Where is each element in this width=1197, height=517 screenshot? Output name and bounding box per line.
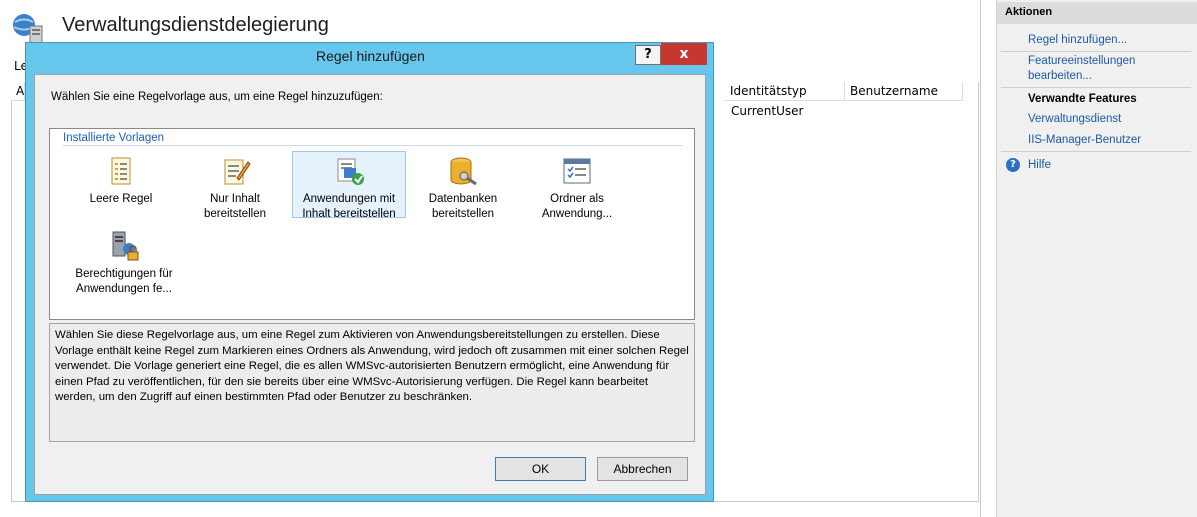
group-divider (63, 145, 683, 146)
actions-pane: Aktionen Regel hinzufügen... Featureeins… (996, 0, 1197, 517)
template-label: Datenbanken (428, 193, 498, 205)
template-label: bereitstellen (203, 208, 266, 220)
related-features-header: Verwandte Features (1028, 93, 1137, 105)
actions-header: Aktionen (997, 2, 1197, 24)
template-databases[interactable]: Datenbanken bereitstellen (406, 152, 520, 222)
feature-settings-link[interactable]: Featureeinstellungen bearbeiten... (1028, 54, 1135, 84)
installed-templates-label: Installierte Vorlagen (63, 132, 165, 144)
blank-rule-icon (111, 157, 131, 185)
column-header-identity-type[interactable]: Identitätstyp (725, 82, 845, 101)
template-label: Berechtigungen für (75, 268, 173, 280)
content-only-icon (224, 159, 251, 185)
actions-separator (1001, 51, 1191, 52)
template-label: Leere Regel (89, 193, 153, 205)
column-header-first[interactable]: A (11, 82, 25, 101)
folder-app-icon (563, 158, 591, 184)
identity-type-cell[interactable]: CurrentUser (731, 104, 803, 118)
close-button[interactable]: x (661, 43, 707, 65)
close-icon: x (679, 46, 689, 62)
column-header-username[interactable]: Benutzername (845, 82, 963, 101)
actions-separator (1001, 151, 1191, 152)
help-icon: ? (1006, 158, 1020, 172)
permissions-icon (112, 231, 139, 261)
template-content-only[interactable]: Nur Inhalt bereitstellen (178, 152, 292, 222)
template-folder-as-app[interactable]: Ordner als Anwendung... (520, 152, 634, 222)
cancel-button[interactable]: Abbrechen (597, 457, 688, 481)
template-list: Installierte Vorlagen Leere Regel Nur In… (49, 128, 695, 320)
template-permissions[interactable]: Berechtigungen für Anwendungen fe... (64, 227, 184, 297)
template-label: Ordner als (550, 193, 604, 205)
template-label: Nur Inhalt (210, 193, 260, 205)
help-link[interactable]: Hilfe (1028, 158, 1051, 173)
page-title-icon (11, 13, 45, 45)
dialog-title: Regel hinzufügen (316, 48, 425, 64)
template-label: Inhalt bereitstellen (302, 208, 396, 220)
dialog-body: Wählen Sie eine Regelvorlage aus, um ein… (34, 74, 706, 495)
ok-button[interactable]: OK (495, 457, 586, 481)
help-button[interactable]: ? (635, 45, 661, 65)
template-label: Anwendungen fe... (76, 283, 172, 295)
apps-content-icon (337, 158, 364, 185)
template-label: Anwendung... (541, 208, 613, 220)
template-prompt: Wählen Sie eine Regelvorlage aus, um ein… (51, 91, 383, 103)
template-description: Wählen Sie diese Regelvorlage aus, um ei… (49, 323, 695, 442)
admin-service-link[interactable]: Verwaltungsdienst (1028, 112, 1121, 127)
feature-settings-line2: bearbeiten... (1028, 70, 1092, 82)
template-label: bereitstellen (431, 208, 494, 220)
actions-separator (1001, 87, 1191, 88)
add-rule-link[interactable]: Regel hinzufügen... (1028, 33, 1127, 48)
template-label: Anwendungen mit (302, 193, 396, 205)
database-icon (450, 157, 477, 186)
add-rule-dialog: Regel hinzufügen ? x Wählen Sie eine Reg… (25, 42, 714, 502)
pane-divider[interactable] (980, 0, 981, 517)
iis-manager-users-link[interactable]: IIS-Manager-Benutzer (1028, 133, 1141, 148)
template-apps-with-content[interactable]: Anwendungen mit Inhalt bereitstellen (292, 151, 406, 220)
template-blank-rule[interactable]: Leere Regel (64, 152, 178, 207)
page-title: Verwaltungsdienstdelegierung (62, 14, 329, 36)
feature-settings-line1: Featureeinstellungen (1028, 55, 1136, 67)
